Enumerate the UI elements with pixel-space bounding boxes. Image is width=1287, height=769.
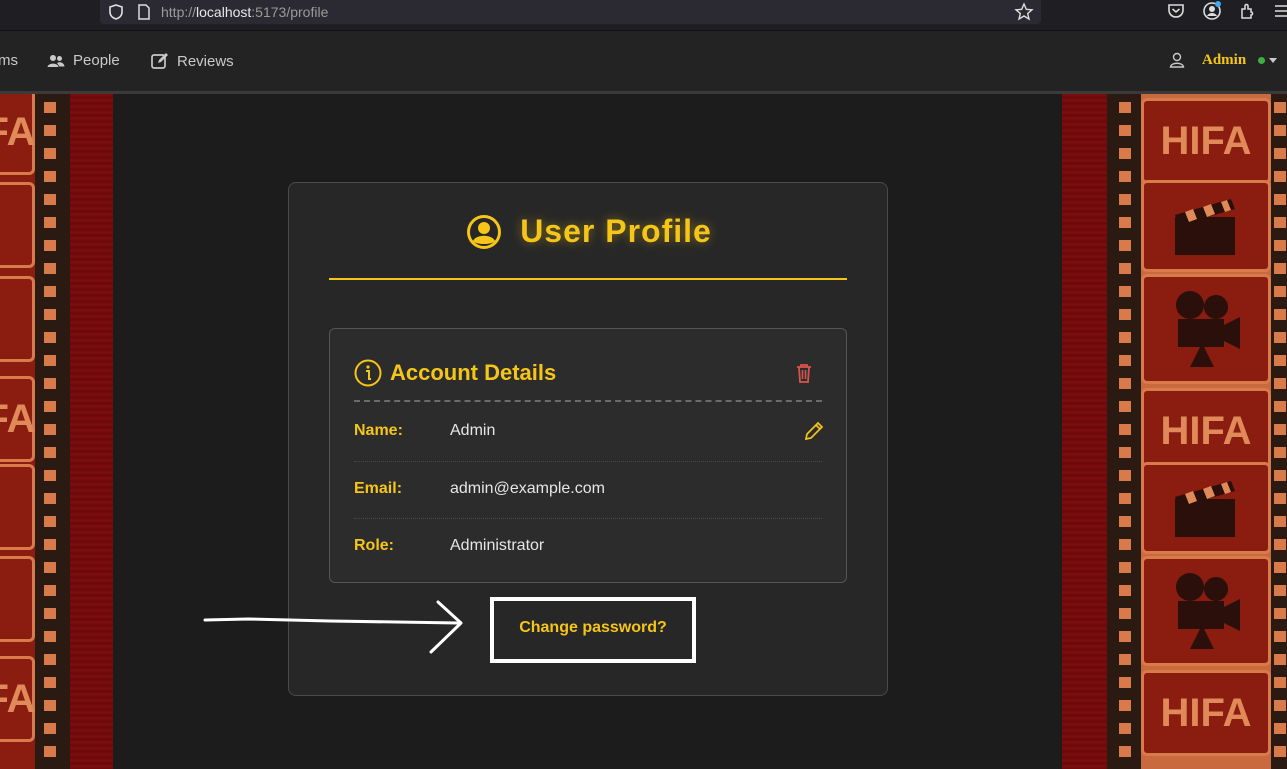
change-password-link[interactable]: Change password?: [490, 597, 696, 663]
online-status-dot: [1258, 56, 1266, 64]
account-icon[interactable]: [1202, 1, 1222, 21]
row-divider: [354, 518, 822, 519]
pocket-icon[interactable]: [1166, 1, 1186, 21]
nav-item-label: People: [73, 52, 120, 69]
user-name: Admin: [1202, 51, 1247, 68]
chevron-down-icon: [1269, 57, 1278, 63]
film-frame: [0, 276, 35, 362]
field-label: Role:: [354, 537, 394, 554]
field-value: Administrator: [450, 537, 545, 554]
pencil-icon[interactable]: [804, 421, 824, 441]
film-frame: HIFA: [0, 94, 36, 175]
field-value: Admin: [450, 422, 496, 439]
section-divider: [354, 400, 822, 402]
edit-icon: [151, 53, 168, 69]
field-label: Email:: [354, 480, 403, 497]
left-film-strip: HIFA HIFA HIFA: [0, 94, 113, 769]
user-menu[interactable]: Admin: [1168, 51, 1278, 69]
film-frame: [0, 556, 35, 642]
page-title: User Profile: [520, 213, 712, 249]
nav-item-label: Reviews: [177, 52, 234, 70]
field-row-name: Name: Admin: [354, 422, 822, 479]
film-camera-icon: [1141, 556, 1271, 666]
film-camera-icon: [1141, 274, 1271, 384]
info-icon: [354, 359, 382, 387]
browser-toolbar: http://localhost:5173/profile: [0, 0, 1287, 31]
nav-item-films[interactable]: ms: [0, 52, 18, 69]
right-film-strip: HIFA HIFA HIFA: [1062, 94, 1287, 769]
nav-item-reviews[interactable]: Reviews: [151, 52, 234, 70]
extensions-icon[interactable]: [1238, 1, 1258, 21]
nav-item-label: ms: [0, 52, 18, 69]
film-frame: [0, 464, 35, 550]
clapperboard-icon: [1141, 462, 1271, 554]
annotation-arrow: [203, 600, 463, 654]
field-row-role: Role: Administrator: [354, 537, 822, 594]
page-icon: [138, 4, 150, 20]
film-frame: HIFA: [0, 656, 36, 742]
account-details-panel: Account Details Name: Admin Email: admin…: [329, 328, 847, 583]
section-header: Account Details: [354, 359, 556, 387]
card-header: User Profile: [289, 213, 889, 250]
bookmark-star-icon[interactable]: [1014, 2, 1034, 22]
shield-icon[interactable]: [106, 2, 126, 22]
trash-icon[interactable]: [794, 362, 814, 384]
field-value: admin@example.com: [450, 480, 605, 497]
app-navbar: ms People Reviews Admin: [0, 31, 1287, 94]
title-divider: [329, 278, 847, 280]
field-row-email: Email: admin@example.com: [354, 480, 822, 537]
film-frame: HIFA: [0, 376, 36, 462]
section-title: Account Details: [390, 360, 557, 385]
user-icon: [1169, 52, 1185, 68]
row-divider: [354, 461, 822, 462]
nav-item-people[interactable]: People: [47, 52, 120, 69]
film-frame: [0, 182, 35, 268]
field-label: Name:: [354, 422, 403, 439]
user-circle-icon: [467, 214, 502, 249]
film-frame: HIFA: [1141, 98, 1271, 184]
film-frame: HIFA: [1141, 670, 1271, 756]
clapperboard-icon: [1141, 180, 1271, 272]
people-icon: [47, 54, 65, 67]
url-text: http://localhost:5173/profile: [161, 4, 329, 20]
menu-icon[interactable]: [1272, 1, 1287, 21]
